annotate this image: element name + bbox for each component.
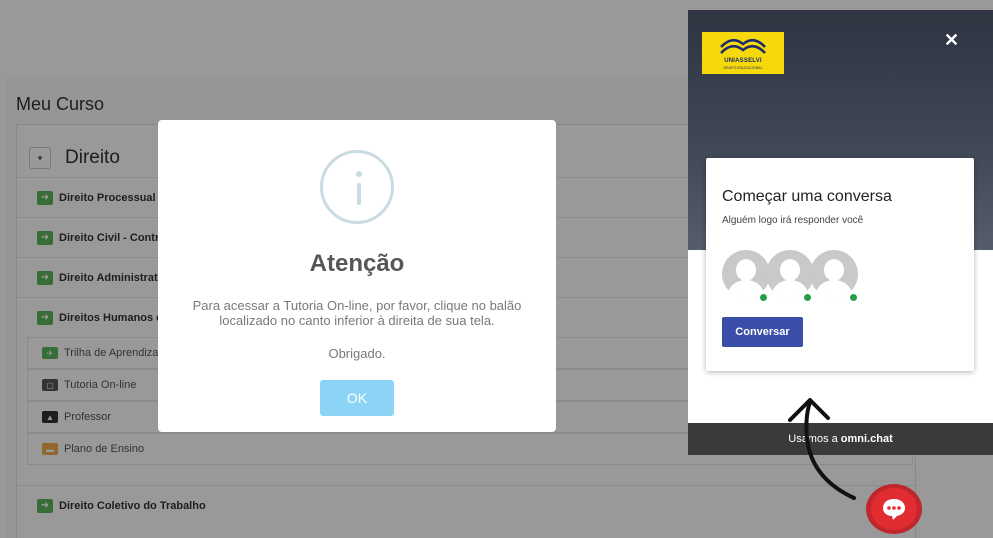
logo-name: UNIASSELVI bbox=[724, 58, 762, 64]
card-title: Começar uma conversa bbox=[722, 188, 892, 205]
alert-dialog: Atenção Para acessar a Tutoria On-line, … bbox=[158, 120, 556, 432]
chat-widget: UNIASSELVI GRUPO EDUCACIONAL ✕ Começar u… bbox=[688, 10, 993, 455]
close-icon[interactable]: ✕ bbox=[944, 30, 959, 51]
conversar-button[interactable]: Conversar bbox=[722, 317, 803, 347]
ok-button[interactable]: OK bbox=[320, 380, 394, 416]
online-status-dot bbox=[850, 294, 857, 301]
agent-avatar bbox=[810, 250, 858, 298]
curved-arrow-icon bbox=[788, 398, 856, 500]
dialog-thanks: Obrigado. bbox=[328, 346, 386, 361]
dialog-message: Para acessar a Tutoria On-line, por favo… bbox=[192, 298, 522, 328]
chat-launcher-button[interactable] bbox=[866, 484, 922, 534]
start-conversation-card: Começar uma conversa Alguém logo irá res… bbox=[706, 158, 974, 371]
chat-bubble-icon bbox=[871, 488, 917, 530]
card-subtitle: Alguém logo irá responder você bbox=[722, 215, 864, 226]
online-status-dot bbox=[804, 294, 811, 301]
dialog-title: Atenção bbox=[309, 250, 405, 277]
logo-tagline: GRUPO EDUCACIONAL bbox=[723, 66, 763, 70]
online-status-dot bbox=[760, 294, 767, 301]
agent-avatar bbox=[766, 250, 814, 298]
agent-avatar bbox=[722, 250, 770, 298]
info-icon bbox=[320, 150, 394, 224]
uniasselvi-logo: UNIASSELVI GRUPO EDUCACIONAL bbox=[702, 32, 784, 74]
screen: Meu Curso ▾ Direito ➜ Direito Processual… bbox=[0, 0, 993, 538]
